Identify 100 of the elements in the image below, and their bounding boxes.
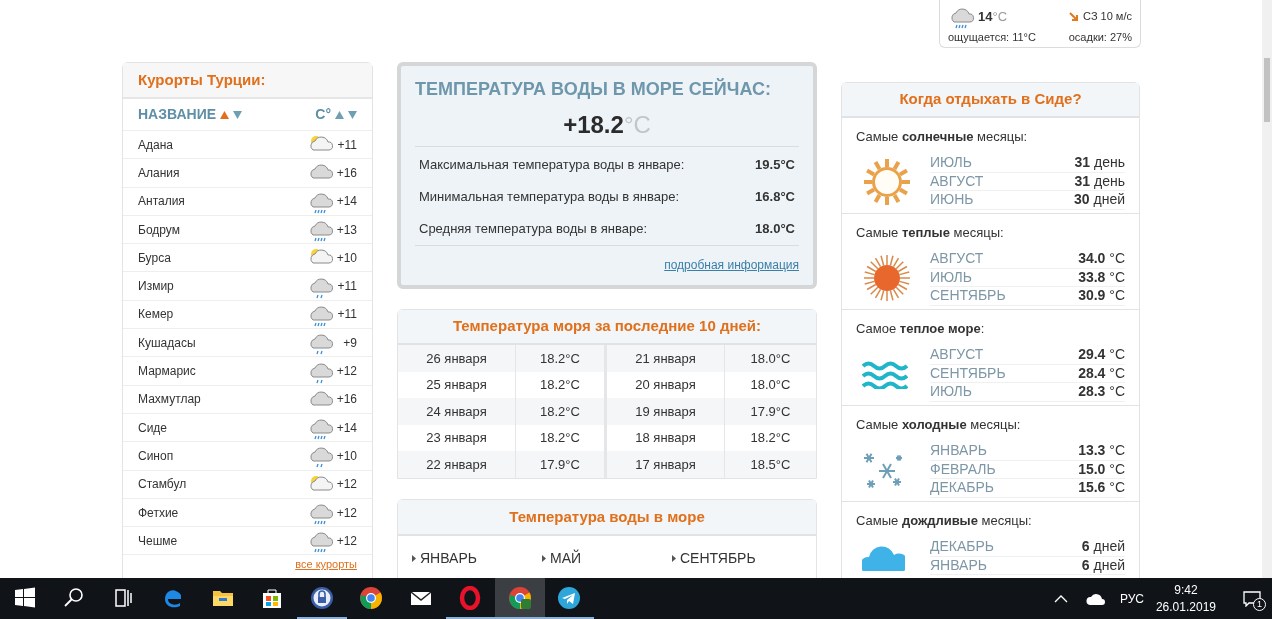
- date-cell: 26 января: [398, 345, 516, 372]
- month-value: 31 день: [1074, 171, 1125, 191]
- resort-name[interactable]: Сиде: [138, 418, 168, 437]
- scrollbar[interactable]: [1262, 0, 1272, 578]
- card-title: Курорты Турции:: [138, 69, 266, 90]
- resort-temperature: +14: [335, 193, 357, 211]
- round-browser-icon: [359, 585, 384, 610]
- month-name: ДЕКАБРЬ: [930, 537, 995, 557]
- resort-name[interactable]: Кушадасы: [138, 333, 196, 352]
- message-icon: [1243, 590, 1261, 607]
- column-header[interactable]: НАЗВАНИЕ: [138, 104, 217, 125]
- resort-temperature: +16: [335, 164, 357, 182]
- month-name: ЯНВАРЬ: [930, 555, 987, 575]
- month-value: 33.8 °C: [1078, 267, 1125, 287]
- temperature-cell-text: 18.2°C: [539, 349, 581, 368]
- clock-date[interactable]: 26.01.2019: [1155, 598, 1216, 616]
- stat-label: Максимальная температура воды в январе:: [419, 156, 685, 175]
- feels-like-text: ощущается: 11°C: [948, 30, 1036, 45]
- temperature-cell-text: 18.2°C: [539, 376, 581, 395]
- temperature-cell-text: 18.2°C: [749, 429, 792, 448]
- month-link[interactable]: СЕНТЯБРЬ: [680, 547, 756, 569]
- bullet-triangle-icon: [542, 554, 546, 562]
- ring-o-icon: [458, 585, 483, 610]
- temperature-cell-text: 18.2°C: [539, 429, 581, 448]
- month-value: 15.6 °C: [1078, 478, 1125, 498]
- section-title: Самые дождливые месяцы:: [856, 513, 1032, 528]
- chevron-up-icon[interactable]: [1053, 593, 1068, 604]
- column-header[interactable]: C°: [315, 104, 331, 125]
- month-value: 30 дней: [1074, 190, 1125, 210]
- section-title: Самые холодные месяцы:: [856, 417, 1021, 432]
- clock-time[interactable]: 9:42: [1174, 581, 1198, 599]
- resort-name[interactable]: Махмутлар: [138, 390, 201, 409]
- resort-name[interactable]: Фетхие: [138, 503, 179, 522]
- resort-name[interactable]: Алания: [138, 163, 180, 182]
- month-value: 28.4 °C: [1078, 363, 1125, 383]
- resort-name[interactable]: Бодрум: [138, 220, 180, 239]
- date-cell: 17 января: [607, 451, 725, 478]
- resort-name[interactable]: Синоп: [138, 446, 174, 465]
- notification-button[interactable]: 1: [1232, 578, 1272, 619]
- month-value: 6 дней: [1081, 537, 1125, 557]
- cloud-icon[interactable]: [1085, 591, 1106, 606]
- resort-name[interactable]: Измир: [138, 277, 174, 296]
- resort-name[interactable]: Чешме: [138, 531, 178, 550]
- stat-value: 19.5°C: [755, 156, 795, 175]
- resort-name[interactable]: Мармарис: [138, 362, 196, 380]
- bullet-triangle-icon: [672, 554, 676, 562]
- hot-sun-icon: [862, 252, 912, 303]
- month-value: 34.0 °C: [1078, 249, 1125, 269]
- month-value: 13.3 °C: [1078, 441, 1125, 461]
- month-value: 29.4 °C: [1078, 345, 1125, 365]
- month-name: ФЕВРАЛЬ: [930, 459, 996, 479]
- resort-temperature: +11: [336, 306, 357, 324]
- resort-name[interactable]: Анталия: [138, 192, 185, 211]
- lock-icon: [309, 585, 334, 610]
- month-name: СЕНТЯБРЬ: [930, 363, 1006, 383]
- notification-count: 1: [1253, 598, 1266, 611]
- resort-temperature: +11: [336, 278, 357, 296]
- paper-plane-icon: [557, 585, 582, 610]
- taskbar-button[interactable]: [495, 578, 545, 619]
- section-title: Самые солнечные месяцы:: [856, 129, 1028, 144]
- stat-label: Минимальная температура воды в январе:: [419, 188, 680, 207]
- date-cell: 19 января: [607, 398, 725, 425]
- month-name: ИЮЛЬ: [930, 267, 972, 287]
- card-title: Когда отдыхать в Сиде?: [899, 89, 1082, 110]
- month-value: 6 дней: [1081, 555, 1125, 575]
- temperature-cell-text: 17.9°C: [749, 402, 792, 421]
- resort-temperature: +10: [335, 249, 357, 267]
- wind-text: СЗ 10 м/с: [1083, 9, 1132, 25]
- month-name: СЕНТЯБРЬ: [930, 286, 1006, 306]
- month-name: ИЮНЬ: [930, 190, 974, 210]
- sun-icon: [862, 156, 912, 207]
- resort-temperature: +14: [335, 419, 357, 437]
- sort-arrows-icon[interactable]: [335, 110, 357, 119]
- temperature-cell-text: 17.9°C: [539, 455, 581, 474]
- resort-temperature: +10: [335, 447, 357, 465]
- sort-arrows-icon[interactable]: [220, 110, 243, 119]
- date-cell: 24 января: [398, 398, 516, 425]
- precipitation-text: осадки: 27%: [1068, 30, 1132, 45]
- details-link[interactable]: подробная информация: [664, 256, 799, 274]
- month-value: 30.9 °C: [1078, 286, 1125, 306]
- month-value: 31 день: [1074, 153, 1125, 173]
- card-title: ТЕМПЕРАТУРА ВОДЫ В МОРЕ СЕЙЧАС:: [415, 77, 772, 101]
- resort-name[interactable]: Кемер: [138, 305, 174, 324]
- month-name: АВГУСТ: [930, 171, 984, 191]
- month-name: ЯНВАРЬ: [930, 441, 987, 461]
- temperature-cell-text: 18.0°C: [749, 349, 792, 368]
- stat-value: 18.0°C: [755, 220, 795, 239]
- month-value: 15.0 °C: [1078, 459, 1125, 479]
- month-link[interactable]: ЯНВАРЬ: [420, 547, 477, 569]
- resort-temperature: +11: [336, 136, 357, 154]
- month-name: ИЮЛЬ: [930, 382, 972, 402]
- wind-arrow-icon: [1069, 11, 1080, 22]
- resort-temperature: +16: [335, 391, 357, 409]
- language-indicator[interactable]: РУС: [1119, 589, 1144, 608]
- card-title: Температура воды в море: [509, 506, 705, 527]
- resort-name[interactable]: Адана: [138, 135, 173, 154]
- windows-logo-icon: [12, 585, 37, 610]
- resort-name[interactable]: Стамбул: [138, 475, 187, 494]
- resort-name[interactable]: Бурса: [138, 248, 171, 267]
- month-link[interactable]: МАЙ: [550, 547, 582, 569]
